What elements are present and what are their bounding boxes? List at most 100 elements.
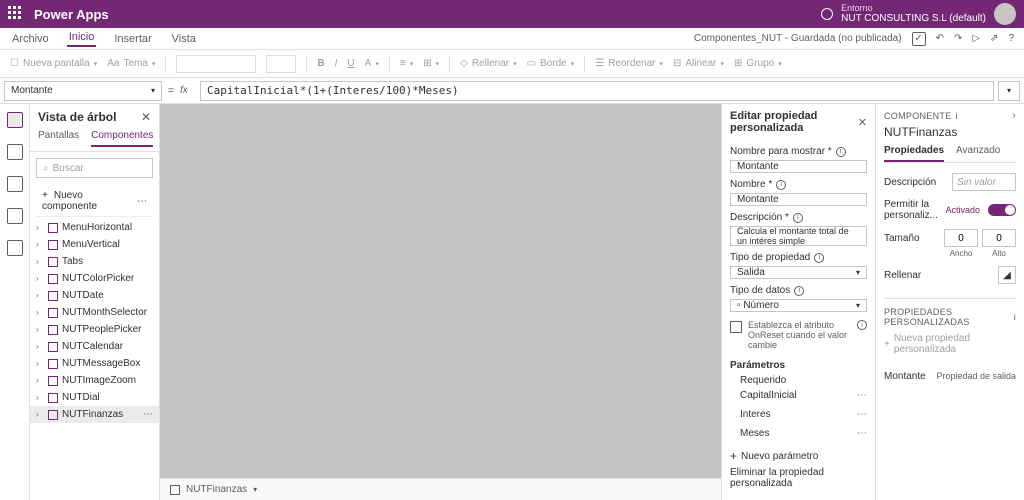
custom-prop-name[interactable]: Montante — [884, 371, 926, 382]
tab-inicio[interactable]: Inicio — [67, 31, 97, 47]
tree-item[interactable]: ›Tabs — [30, 253, 159, 270]
help-icon[interactable]: ? — [1008, 33, 1014, 44]
fill-button[interactable]: ◇ Rellenar ▾ — [460, 58, 516, 69]
data-type-select[interactable]: ▫ Número▾ — [730, 299, 867, 312]
undo-icon[interactable]: ↶ — [936, 33, 944, 44]
waffle-icon[interactable] — [8, 6, 24, 22]
height-input[interactable] — [982, 229, 1016, 247]
params-section-title: Parámetros — [730, 360, 867, 371]
formula-input[interactable]: CapitalInicial*(1+(Interes/100)*Meses) — [200, 81, 994, 101]
border-button[interactable]: ▭ Borde ▾ — [527, 58, 575, 69]
app-header: Power Apps Entorno NUT CONSULTING S.L (d… — [0, 0, 1024, 28]
tree-item[interactable]: ›NUTCalendar — [30, 338, 159, 355]
align-button[interactable]: ≡▾ — [400, 58, 413, 69]
tree-item[interactable]: ›NUTPeoplePicker — [30, 321, 159, 338]
environment-selector[interactable]: Entorno NUT CONSULTING S.L (default) — [841, 4, 986, 25]
share-icon[interactable]: ⇗ — [990, 33, 998, 44]
tree-close-icon[interactable]: ✕ — [141, 110, 151, 124]
description-input[interactable]: Calcula el montante total de un intéres … — [730, 226, 867, 246]
media-icon[interactable] — [7, 208, 23, 224]
properties-panel: COMPONENTE i › NUTFinanzas Propiedades A… — [876, 104, 1024, 500]
breadcrumb[interactable]: NUTFinanzas — [186, 484, 247, 495]
delete-property-link[interactable]: Eliminar la propiedad personalizada — [730, 467, 867, 489]
align-group-button[interactable]: ⊟ Alinear ▾ — [673, 58, 724, 69]
info-icon[interactable]: i — [793, 213, 803, 223]
canvas[interactable]: NUTFinanzas ▾ — [160, 104, 722, 500]
more-icon[interactable]: ⋯ — [143, 409, 153, 420]
tree-item[interactable]: ›NUTMessageBox — [30, 355, 159, 372]
display-name-input[interactable]: Montante — [730, 160, 867, 173]
tree-tab-components[interactable]: Componentes — [91, 130, 153, 147]
tree-item[interactable]: ›MenuVertical — [30, 236, 159, 253]
info-icon[interactable]: i — [857, 320, 867, 330]
advanced-tools-icon[interactable] — [7, 240, 23, 256]
param-row[interactable]: Interes⋯ — [730, 405, 867, 424]
play-icon[interactable]: ▷ — [972, 33, 980, 44]
more-icon[interactable]: ⋯ — [857, 409, 867, 420]
tree-item[interactable]: ›NUTFinanzas⋯ — [30, 406, 159, 423]
info-icon[interactable]: i — [836, 147, 846, 157]
property-type-select[interactable]: Salida▾ — [730, 266, 867, 279]
property-selector[interactable]: Montante▾ — [4, 81, 162, 101]
tree-tab-screens[interactable]: Pantallas — [38, 130, 79, 147]
fx-icon[interactable]: fx — [180, 85, 200, 96]
more-icon[interactable]: ⋯ — [857, 428, 867, 439]
font-selector[interactable] — [176, 55, 256, 73]
tree-item[interactable]: ›MenuHorizontal — [30, 219, 159, 236]
redo-icon[interactable]: ↷ — [954, 33, 962, 44]
info-icon[interactable]: i — [956, 111, 958, 121]
new-screen-button[interactable]: ☐ Nueva pantalla ▾ — [10, 58, 97, 69]
onreset-checkbox[interactable] — [730, 321, 742, 333]
chevron-right-icon[interactable]: › — [1012, 110, 1016, 121]
font-size-selector[interactable] — [266, 55, 296, 73]
tree-item[interactable]: ›NUTMonthSelector — [30, 304, 159, 321]
avatar[interactable] — [994, 3, 1016, 25]
info-icon[interactable]: i — [776, 180, 786, 190]
group-button[interactable]: ⊞ Grupo ▾ — [734, 58, 782, 69]
name-input[interactable]: Montante — [730, 193, 867, 206]
new-param-button[interactable]: +Nuevo parámetro — [730, 449, 867, 463]
advanced-tab[interactable]: Avanzado — [956, 145, 1000, 162]
tree-item[interactable]: ›NUTImageZoom — [30, 372, 159, 389]
close-icon[interactable]: ✕ — [858, 116, 867, 129]
properties-tab[interactable]: Propiedades — [884, 145, 944, 162]
param-row[interactable]: CapitalInicial⋯ — [730, 386, 867, 405]
new-component-button[interactable]: +Nuevo componente ⋯ — [36, 186, 153, 217]
info-icon[interactable]: i — [794, 286, 804, 296]
tree-search-input[interactable]: ⌕ Buscar — [36, 158, 153, 178]
tab-insertar[interactable]: Insertar — [112, 33, 153, 45]
more-icon[interactable]: ⋯ — [137, 196, 147, 207]
app-checker-icon[interactable]: ✓ — [912, 32, 926, 46]
param-row[interactable]: Meses⋯ — [730, 424, 867, 443]
tree-item[interactable]: ›NUTColorPicker — [30, 270, 159, 287]
info-icon[interactable]: i — [814, 253, 824, 263]
tree-item[interactable]: ›NUTDate — [30, 287, 159, 304]
left-rail — [0, 104, 30, 500]
formula-bar: Montante▾ = fx CapitalInicial*(1+(Intere… — [0, 78, 1024, 104]
more-icon[interactable]: ⋯ — [857, 390, 867, 401]
theme-button[interactable]: Aa Tema ▾ — [107, 58, 155, 69]
custom-prop-type: Propiedad de salida — [936, 371, 1016, 382]
underline-button[interactable]: U — [347, 58, 354, 69]
allow-customize-toggle[interactable] — [988, 204, 1016, 216]
chevron-down-icon[interactable]: ▾ — [253, 485, 257, 494]
insert-icon[interactable] — [7, 144, 23, 160]
data-icon[interactable] — [7, 176, 23, 192]
width-input[interactable] — [944, 229, 978, 247]
italic-button[interactable]: I — [335, 58, 338, 69]
tree-view-icon[interactable] — [7, 112, 23, 128]
font-color-button[interactable]: A▾ — [365, 58, 379, 69]
ribbon: ☐ Nueva pantalla ▾ Aa Tema ▾ B I U A▾ ≡▾… — [0, 50, 1024, 78]
info-icon[interactable]: i — [1014, 312, 1016, 322]
description-prop-input[interactable]: Sin valor — [952, 173, 1016, 191]
bold-button[interactable]: B — [317, 58, 324, 69]
environment-icon[interactable] — [821, 8, 833, 20]
new-custom-property-button[interactable]: +Nueva propiedad personalizada — [884, 333, 1016, 355]
fill-color-button[interactable]: ◢ — [998, 266, 1016, 284]
valign-button[interactable]: ⊞▾ — [423, 58, 439, 69]
formula-expand-icon[interactable]: ▾ — [998, 81, 1020, 101]
tab-archivo[interactable]: Archivo — [10, 33, 51, 45]
tab-vista[interactable]: Vista — [170, 33, 198, 45]
reorder-button[interactable]: ☰ Reordenar ▾ — [595, 58, 663, 69]
tree-item[interactable]: ›NUTDial — [30, 389, 159, 406]
